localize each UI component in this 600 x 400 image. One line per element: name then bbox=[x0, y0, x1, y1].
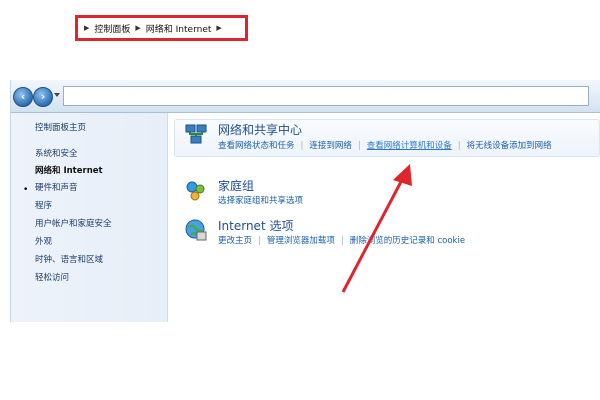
link-divider: | bbox=[457, 141, 461, 151]
category-links-homegroup: 选择家庭组和共享选项 bbox=[218, 194, 303, 206]
link-manage-addons[interactable]: 管理浏览器加载项 bbox=[267, 236, 335, 246]
forward-arrow-icon[interactable]: › bbox=[33, 87, 53, 107]
category-title-homegroup[interactable]: 家庭组 bbox=[218, 177, 254, 194]
link-divider: | bbox=[357, 141, 361, 151]
sidebar-item-ease-of-access[interactable]: 轻松访问 bbox=[35, 271, 69, 283]
breadcrumb: ▶ 控制面板 ▶ 网络和 Internet ▶ bbox=[75, 15, 248, 41]
address-field[interactable] bbox=[63, 86, 589, 106]
sidebar-item-user-accounts[interactable]: 用户帐户和家庭安全 bbox=[35, 217, 112, 229]
link-connect-to-network[interactable]: 连接到网络 bbox=[309, 141, 352, 151]
link-view-network-computers[interactable]: 查看网络计算机和设备 bbox=[367, 141, 452, 151]
link-add-wireless-device[interactable]: 将无线设备添加到网络 bbox=[467, 141, 552, 151]
breadcrumb-control-panel[interactable]: 控制面板 bbox=[94, 22, 130, 35]
breadcrumb-network-internet[interactable]: 网络和 Internet bbox=[146, 22, 212, 35]
sidebar-item-system-security[interactable]: 系统和安全 bbox=[35, 147, 78, 159]
link-divider: | bbox=[300, 141, 304, 151]
current-item-bullet: • bbox=[23, 185, 29, 195]
sidebar: 控制面板主页 系统和安全 • 网络和 Internet 硬件和声音 程序 用户帐… bbox=[11, 113, 168, 322]
sidebar-item-network-internet[interactable]: 网络和 Internet bbox=[35, 164, 103, 176]
sidebar-home-link[interactable]: 控制面板主页 bbox=[35, 121, 86, 133]
internet-options-icon bbox=[185, 219, 207, 241]
link-homegroup-options[interactable]: 选择家庭组和共享选项 bbox=[218, 196, 303, 206]
content-pane: 网络和共享中心 查看网络状态和任务 | 连接到网络 | 查看网络计算机和设备 | 将无线设备… bbox=[168, 113, 600, 322]
link-divider: | bbox=[258, 236, 261, 246]
homegroup-icon bbox=[186, 181, 205, 201]
sidebar-item-programs[interactable]: 程序 bbox=[35, 199, 52, 211]
breadcrumb-separator-icon[interactable]: ▶ bbox=[135, 24, 140, 32]
network-sharing-center-icon bbox=[185, 124, 207, 144]
breadcrumb-root-chevron-icon[interactable]: ▶ bbox=[84, 24, 89, 32]
breadcrumb-separator-icon[interactable]: ▶ bbox=[216, 24, 221, 32]
category-title-network-sharing[interactable]: 网络和共享中心 bbox=[218, 121, 302, 138]
link-view-network-status[interactable]: 查看网络状态和任务 bbox=[218, 141, 295, 151]
link-divider: | bbox=[340, 236, 344, 246]
back-arrow-icon[interactable]: ‹ bbox=[13, 87, 33, 107]
category-links-network-sharing: 查看网络状态和任务 | 连接到网络 | 查看网络计算机和设备 | 将无线设备添加到网络 bbox=[218, 139, 552, 151]
sidebar-item-appearance[interactable]: 外观 bbox=[35, 235, 52, 247]
recent-pages-dropdown-icon[interactable] bbox=[54, 93, 60, 97]
category-links-internet-options: 更改主页 | 管理浏览器加载项 | 删除浏览的历史记录和 cookie bbox=[218, 234, 465, 246]
control-panel-window: ‹ › 控制面板主页 系统和安全 • 网络和 Internet 硬件和声音 程序… bbox=[10, 80, 600, 322]
link-change-homepage[interactable]: 更改主页 bbox=[218, 236, 252, 246]
address-bar: ‹ › bbox=[11, 80, 600, 113]
category-title-internet-options[interactable]: Internet 选项 bbox=[218, 217, 293, 234]
sidebar-item-clock-language-region[interactable]: 时钟、语言和区域 bbox=[35, 253, 103, 265]
sidebar-item-hardware-sound[interactable]: 硬件和声音 bbox=[35, 181, 78, 193]
link-delete-browsing-history[interactable]: 删除浏览的历史记录和 cookie bbox=[350, 236, 465, 246]
